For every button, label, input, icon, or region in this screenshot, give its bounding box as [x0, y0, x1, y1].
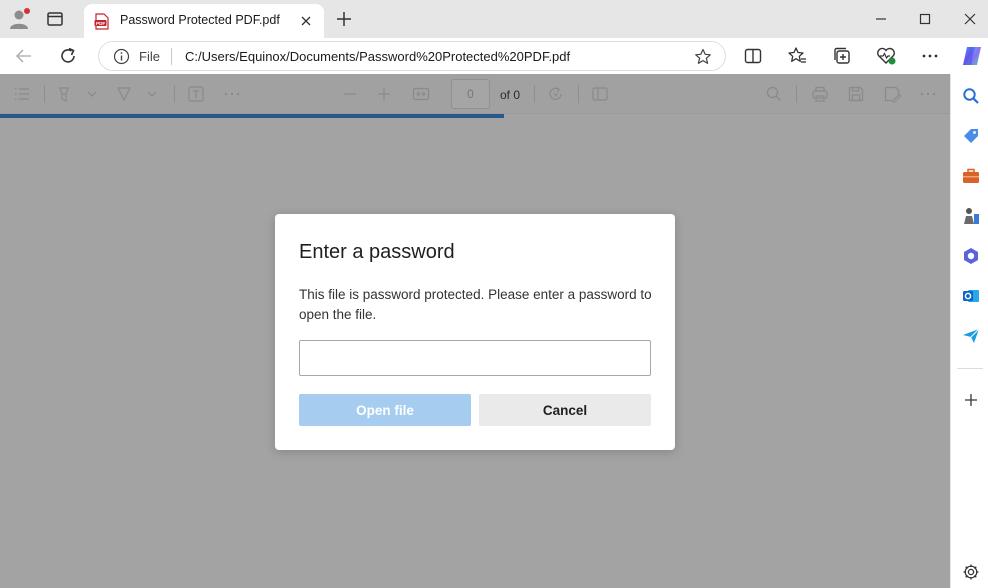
close-tab-icon[interactable]: [298, 13, 314, 29]
dialog-message: This file is password protected. Please …: [299, 287, 652, 322]
rotate-icon[interactable]: [546, 84, 566, 104]
refresh-icon[interactable]: [56, 44, 80, 68]
password-dialog: Enter a password This file is password p…: [275, 214, 675, 450]
settings-icon[interactable]: [961, 562, 981, 582]
edge-sidebar: [950, 74, 988, 588]
fit-to-page-icon[interactable]: [411, 84, 431, 104]
add-text-icon[interactable]: [186, 84, 206, 104]
address-divider: [171, 48, 172, 65]
contents-list-icon[interactable]: [12, 84, 32, 104]
highlight-icon[interactable]: [54, 84, 74, 104]
new-tab-icon[interactable]: [334, 9, 354, 29]
copilot-m365-icon[interactable]: [961, 246, 981, 266]
page-number-box[interactable]: 0: [451, 79, 490, 109]
sidebar-divider: [957, 368, 983, 369]
tab-strip: PDF Password Protected PDF.pdf: [0, 0, 988, 38]
more-options-icon[interactable]: [918, 44, 942, 68]
page-number-input[interactable]: 0: [452, 87, 489, 101]
loading-progress-bar: [0, 114, 504, 118]
zoom-in-icon[interactable]: [374, 84, 394, 104]
cancel-button[interactable]: Cancel: [479, 394, 651, 426]
address-url[interactable]: C:/Users/Equinox/Documents/Password%20Pr…: [185, 49, 570, 64]
minimize-icon[interactable]: [868, 6, 894, 32]
add-icon[interactable]: [961, 390, 981, 410]
tag-icon[interactable]: [961, 126, 981, 146]
tab-title: Password Protected PDF.pdf: [120, 13, 280, 27]
password-input[interactable]: [299, 340, 651, 376]
address-scheme-label: File: [139, 49, 160, 64]
navigation-bar: File C:/Users/Equinox/Documents/Password…: [0, 38, 988, 74]
toolbar-divider: [796, 85, 797, 103]
toolbar-divider: [174, 85, 175, 103]
page-total-label: of 0: [500, 88, 521, 102]
page-view-icon[interactable]: [590, 84, 610, 104]
more-tools-icon[interactable]: [222, 84, 242, 104]
toolbox-icon[interactable]: [961, 166, 981, 186]
chess-icon[interactable]: [961, 206, 981, 226]
chevron-down-icon[interactable]: [82, 84, 102, 104]
toolbar-divider: [534, 85, 535, 103]
browser-essentials-icon[interactable]: [874, 44, 898, 68]
draw-icon[interactable]: [114, 84, 134, 104]
address-bar[interactable]: File C:/Users/Equinox/Documents/Password…: [98, 41, 726, 71]
collections-icon[interactable]: [830, 44, 854, 68]
outlook-icon[interactable]: [961, 286, 981, 306]
print-icon[interactable]: [810, 84, 830, 104]
info-icon[interactable]: [113, 48, 130, 65]
toolbar-divider: [578, 85, 579, 103]
pdf-file-icon: PDF: [94, 13, 110, 30]
split-screen-icon[interactable]: [741, 44, 765, 68]
back-arrow-icon[interactable]: [12, 44, 36, 68]
search-icon[interactable]: [764, 84, 784, 104]
send-icon[interactable]: [961, 326, 981, 346]
profile-avatar-icon[interactable]: [8, 7, 32, 31]
tab-actions-icon[interactable]: [44, 8, 66, 30]
chevron-down-icon[interactable]: [142, 84, 162, 104]
maximize-icon[interactable]: [912, 6, 938, 32]
save-icon[interactable]: [846, 84, 866, 104]
save-as-icon[interactable]: [882, 84, 902, 104]
copilot-icon[interactable]: [960, 44, 984, 68]
svg-text:PDF: PDF: [96, 21, 105, 26]
tab-active[interactable]: PDF Password Protected PDF.pdf: [84, 4, 324, 38]
add-favorite-star-icon[interactable]: [693, 47, 713, 67]
toolbar-divider: [44, 85, 45, 103]
search-icon[interactable]: [961, 86, 981, 106]
pdf-toolbar: 0 of 0: [0, 74, 950, 114]
zoom-out-icon[interactable]: [340, 84, 360, 104]
open-file-button[interactable]: Open file: [299, 394, 471, 426]
favorites-icon[interactable]: [785, 44, 809, 68]
close-window-icon[interactable]: [957, 6, 983, 32]
more-options-icon[interactable]: [918, 84, 938, 104]
dialog-title: Enter a password: [299, 241, 455, 263]
